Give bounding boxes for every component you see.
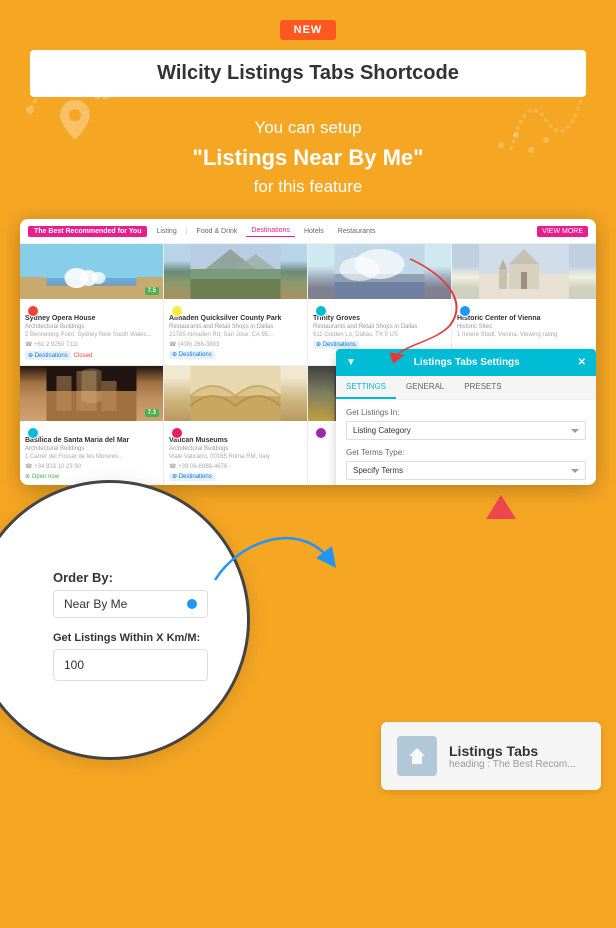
card-status-sydney: ⊕ Destinations Closed — [25, 351, 158, 360]
card-name-trinity: Trinity Groves — [313, 315, 446, 322]
get-listings-select[interactable]: Listing Category — [346, 421, 586, 440]
order-by-input[interactable]: Near By Me — [53, 590, 208, 618]
get-terms-label: Get Terms Type: — [346, 448, 586, 457]
card-name-vienna: Historic Center of Vienna — [457, 315, 591, 322]
order-by-label: Order By: — [53, 570, 217, 585]
card-name-sydney: Sydney Opera House — [25, 315, 158, 322]
listing-card-vatican[interactable]: Vatican Museums Architectural Buildings … — [164, 366, 308, 485]
tab-settings[interactable]: SETTINGS — [336, 376, 396, 399]
settings-body: Get Listings In: Listing Category Get Te… — [336, 400, 596, 485]
card-name-almaden: Almaden Quicksilver County Park — [169, 315, 302, 322]
card-body-vatican: Vatican Museums Architectural Buildings … — [164, 421, 307, 485]
tab-general[interactable]: GENERAL — [396, 376, 454, 399]
listing-row-1: 7.5 Sydney Opera House Architectural Bui… — [20, 244, 596, 365]
get-listings-label: Get Listings In: — [346, 408, 586, 417]
settings-header: ▼ Listings Tabs Settings ✕ — [336, 349, 596, 376]
avatar-almaden — [171, 305, 183, 317]
card-address-sydney: 2 Bennelong Point, Sydney New South Wale… — [25, 332, 158, 338]
settings-panel: ▼ Listings Tabs Settings ✕ SETTINGS GENE… — [336, 349, 596, 485]
listing-card-sydney[interactable]: 7.5 Sydney Opera House Architectural Bui… — [20, 244, 164, 365]
card-image-vatican — [164, 366, 307, 421]
rating-badge: 7.5 — [145, 287, 159, 295]
bottom-section: Order By: Near By Me Get Listings Within… — [0, 480, 616, 820]
order-by-section: Order By: Near By Me Get Listings Within… — [53, 570, 217, 681]
card-name-vatican: Vatican Museums — [169, 437, 302, 444]
listing-card-almaden[interactable]: Almaden Quicksilver County Park Restaura… — [164, 244, 308, 365]
card-image-trinity — [308, 244, 451, 299]
card-meta-almaden: ☎ (408) 268-3883 — [169, 341, 302, 348]
tab-presets[interactable]: PRESETS — [454, 376, 511, 399]
card-address-trinity: 611 Gulden Ln, Dallas, TX 5 US — [313, 332, 446, 338]
widget-title: Listings Tabs — [449, 743, 576, 759]
listing-card-basilica[interactable]: 7.3 Basílica de Santa Maria del Mar Arch… — [20, 366, 164, 485]
card-meta-sydney: ☎ +61 2 9250 7111 — [25, 341, 158, 348]
tab-food[interactable]: Food & Drink — [192, 226, 243, 237]
card-address-basilica: 1 Carrer del Fossar de les Moreres... — [25, 454, 158, 460]
widget-subtitle: heading : The Best Recom... — [449, 759, 576, 770]
card-status-basilica: ⊕ Open now — [25, 473, 158, 480]
within-value: 100 — [64, 658, 84, 672]
settings-chevron-left[interactable]: ▼ — [346, 357, 356, 368]
card-name-basilica: Basílica de Santa Maria del Mar — [25, 437, 158, 444]
screenshot-container: The Best Recommended for You Listing | F… — [20, 219, 596, 485]
card-meta-vatican: ☎ +39 06-6988-4676 — [169, 463, 302, 470]
triangle-annotation — [486, 495, 516, 524]
within-input[interactable]: 100 — [53, 649, 208, 681]
tab-restaurants[interactable]: Restaurants — [333, 226, 381, 237]
card-category-basilica: Architectural Buildings — [25, 446, 158, 452]
card-category-sydney: Architectural Buildings — [25, 324, 158, 330]
card-body-basilica: Basílica de Santa Maria del Mar Architec… — [20, 421, 163, 485]
avatar-basilica — [27, 427, 39, 439]
rating-badge-basilica: 7.3 — [145, 409, 159, 417]
settings-tabs: SETTINGS GENERAL PRESETS — [336, 376, 596, 400]
within-label: Get Listings Within X Km/M: — [53, 632, 217, 644]
card-category-trinity: Restaurants and Retail Shops in Dallas — [313, 324, 446, 330]
settings-title: Listings Tabs Settings — [414, 357, 520, 368]
widget-icon — [397, 736, 437, 776]
circle-highlight: Order By: Near By Me Get Listings Within… — [0, 480, 250, 760]
tab-bar: The Best Recommended for You Listing | F… — [20, 219, 596, 244]
avatar-sydney — [27, 305, 39, 317]
avatar-vienna — [459, 305, 471, 317]
header-area: Wilcity Listings Tabs Shortcode You can … — [0, 50, 616, 219]
listing-card-trinity[interactable]: Trinity Groves Restaurants and Retail Sh… — [308, 244, 452, 365]
card-address-vatican: Viale Vaticano, 00165 Roma RM, Italy — [169, 454, 302, 460]
order-by-value: Near By Me — [64, 597, 187, 611]
widget-text: Listings Tabs heading : The Best Recom..… — [449, 743, 576, 770]
avatar-vatican — [171, 427, 183, 439]
tab-destinations[interactable]: Destinations — [246, 225, 295, 237]
card-body-vienna: Historic Center of Vienna Historic Sites… — [452, 299, 596, 346]
tab-listing[interactable]: Listing — [151, 226, 181, 237]
card-body-almaden: Almaden Quicksilver County Park Restaura… — [164, 299, 307, 363]
new-badge-text: NEW — [280, 20, 337, 40]
card-category-vienna: Historic Sites — [457, 324, 591, 330]
card-meta-basilica: ☎ +34 933 10 23 90 — [25, 463, 158, 470]
new-badge: NEW — [0, 0, 616, 40]
near-by-me-dot — [187, 599, 197, 609]
card-image-vienna — [452, 244, 596, 299]
card-image-almaden — [164, 244, 307, 299]
card-body-trinity: Trinity Groves Restaurants and Retail Sh… — [308, 299, 451, 353]
listing-card-vienna[interactable]: Historic Center of Vienna Historic Sites… — [452, 244, 596, 365]
header-subtitle: You can setup "Listings Near By Me" for … — [30, 115, 586, 199]
avatar-trinity — [315, 305, 327, 317]
card-category-vatican: Architectural Buildings — [169, 446, 302, 452]
settings-close-icon[interactable]: ✕ — [578, 357, 586, 368]
card-body-sydney: Sydney Opera House Architectural Buildin… — [20, 299, 163, 365]
avatar-7 — [315, 427, 327, 439]
card-address-almaden: 21785 Almaden Rd, San Jose, CA 95... — [169, 332, 302, 338]
card-status-vatican: ⊕ Destinations — [169, 473, 302, 480]
view-more-button[interactable]: VIEW MORE — [537, 226, 588, 237]
page-title: Wilcity Listings Tabs Shortcode — [30, 50, 586, 97]
card-address-vienna: 1 Innere Stadt, Vienna, Viewing rating — [457, 332, 591, 338]
listings-tabs-widget: Listings Tabs heading : The Best Recom..… — [381, 722, 601, 790]
tab-pink[interactable]: The Best Recommended for You — [28, 226, 147, 237]
card-status-almaden: ⊕ Destinations — [169, 351, 302, 358]
card-category-almaden: Restaurants and Retail Shops in Dallas — [169, 324, 302, 330]
card-image-basilica: 7.3 — [20, 366, 163, 421]
card-status-trinity: ⊕ Destinations — [313, 341, 446, 348]
get-terms-select[interactable]: Specify Terms — [346, 461, 586, 480]
tab-hotels[interactable]: Hotels — [299, 226, 329, 237]
card-image-sydney: 7.5 — [20, 244, 163, 299]
